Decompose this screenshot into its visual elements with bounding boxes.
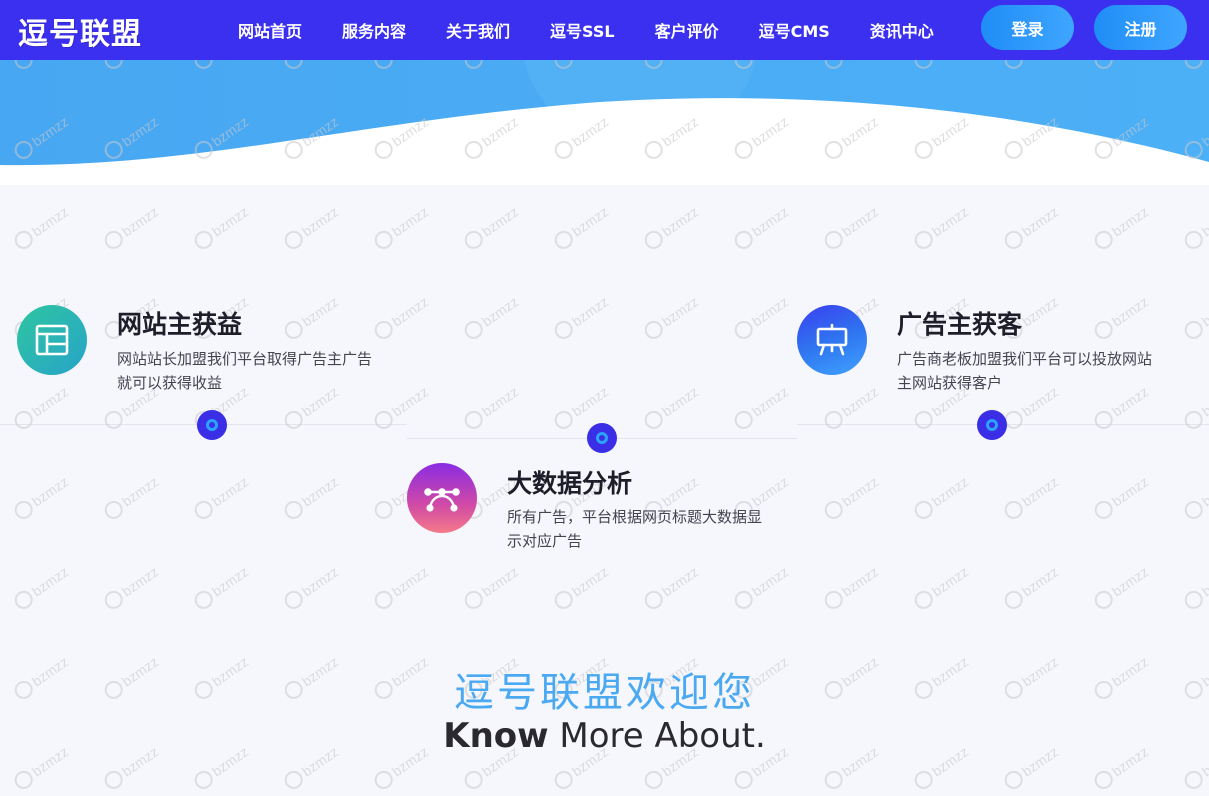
welcome-title: 逗号联盟欢迎您	[454, 670, 755, 716]
welcome-subtitle-rest: More About.	[548, 716, 766, 756]
hero-banner	[0, 60, 1209, 185]
site-logo[interactable]: 逗号联盟	[18, 9, 142, 53]
timeline-dot-3	[977, 410, 1007, 440]
timeline-dot-1	[197, 410, 227, 440]
presentation-board-icon	[797, 305, 867, 375]
nav-item-news[interactable]: 资讯中心	[870, 18, 934, 42]
feature-title: 网站主获益	[117, 310, 243, 339]
register-button[interactable]: 注册	[1094, 5, 1187, 50]
hero-wave	[0, 60, 1209, 185]
feature-title: 广告主获客	[897, 310, 1023, 339]
feature-title: 大数据分析	[507, 469, 633, 498]
nav-item-about[interactable]: 关于我们	[446, 18, 510, 42]
login-button[interactable]: 登录	[981, 5, 1074, 50]
timeline-dot-2	[587, 423, 617, 453]
nav-item-home[interactable]: 网站首页	[238, 18, 302, 42]
top-navbar: 逗号联盟 网站首页 服务内容 关于我们 逗号SSL 客户评价 逗号CMS 资讯中…	[0, 0, 1209, 60]
nav-item-reviews[interactable]: 客户评价	[655, 18, 719, 42]
welcome-subtitle: Know More About.	[0, 716, 1209, 756]
layout-icon	[17, 305, 87, 375]
feature-desc: 网站站长加盟我们平台取得广告主广告就可以获得收益	[117, 350, 373, 392]
nav-item-ssl[interactable]: 逗号SSL	[550, 18, 615, 42]
main-nav: 网站首页 服务内容 关于我们 逗号SSL 客户评价 逗号CMS 资讯中心	[218, 0, 954, 60]
feature-desc: 所有广告，平台根据网页标题大数据显示对应广告	[507, 508, 763, 550]
feature-desc: 广告商老板加盟我们平台可以投放网站主网站获得客户	[897, 350, 1153, 392]
nav-item-cms[interactable]: 逗号CMS	[759, 18, 830, 42]
welcome-subtitle-bold: Know	[443, 716, 549, 756]
bezier-curve-icon	[407, 463, 477, 533]
nav-item-services[interactable]: 服务内容	[342, 18, 406, 42]
